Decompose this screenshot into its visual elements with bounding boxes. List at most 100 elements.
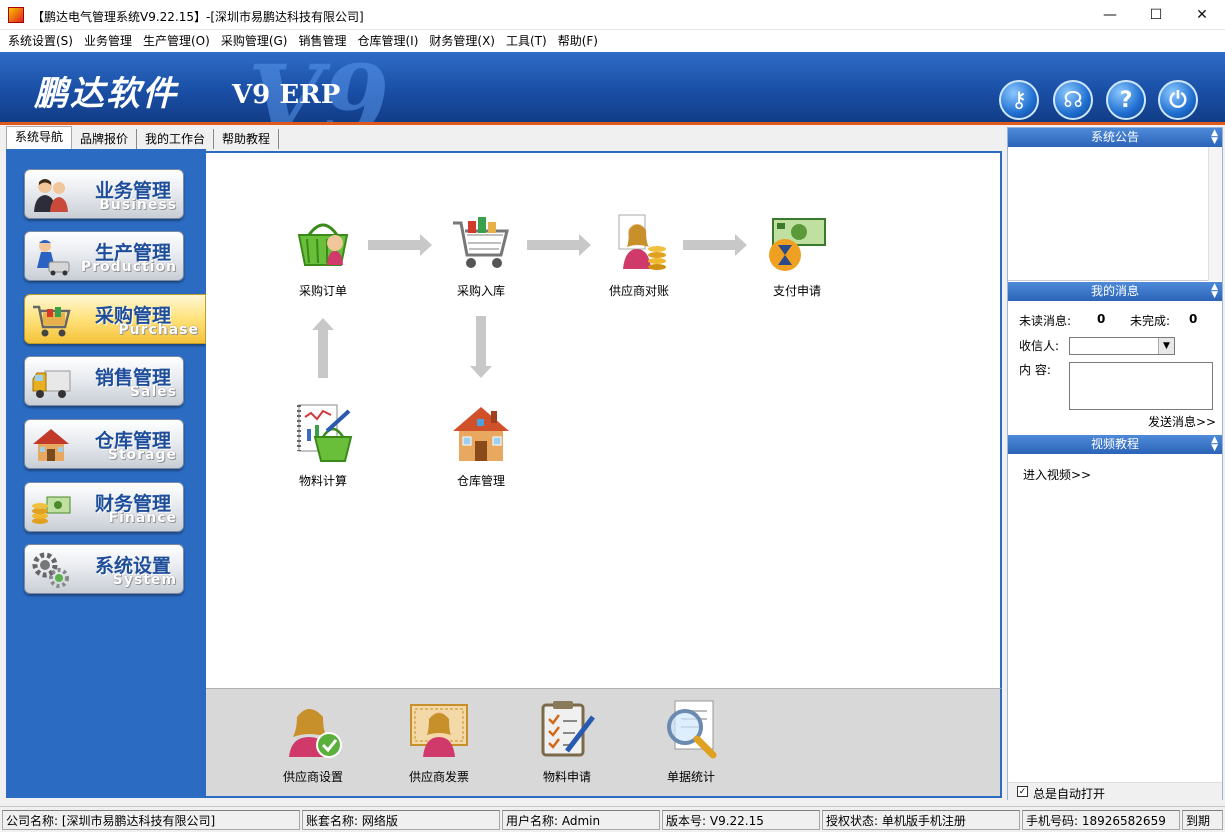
support-icon[interactable]: ☊ xyxy=(1053,80,1093,120)
flow-label: 支付申请 xyxy=(772,284,821,298)
menu-purchase[interactable]: 采购管理(G) xyxy=(217,30,295,52)
messages-title: 我的消息 xyxy=(1090,284,1139,298)
help-icon[interactable]: ? xyxy=(1106,80,1146,120)
business-people-icon xyxy=(34,179,68,212)
video-header[interactable]: 视频教程 ▲ ▼ xyxy=(1008,435,1222,454)
help-glyph: ? xyxy=(1119,87,1133,113)
sidebar-item-storage[interactable]: 仓库管理 Storage xyxy=(24,419,184,469)
flow-supplier-reconcile[interactable]: 供应商对账 xyxy=(594,213,684,299)
tool-document-stats[interactable]: 单据统计 xyxy=(646,699,736,785)
flow-purchase-order[interactable]: 采购订单 xyxy=(278,213,368,299)
sidebar-item-sales[interactable]: 销售管理 Sales xyxy=(24,356,184,406)
tab-help-tutorial[interactable]: 帮助教程 xyxy=(214,129,280,149)
supplier-invoice-icon xyxy=(410,704,468,757)
flow-purchase-inbound[interactable]: 采购入库 xyxy=(436,213,526,299)
power-glyph: ⏻ xyxy=(1169,87,1187,113)
sidebar-item-sublabel: System xyxy=(112,572,177,588)
supplier-check-icon xyxy=(289,709,342,758)
flow-label: 供应商对账 xyxy=(608,284,669,298)
right-info-panel: 系统公告 ▲ ▼ 我的消息 ▲ ▼ 未读消息: 0 未完成: 0 收信人: ▼ 内 … xyxy=(1007,127,1223,801)
sidebar-item-sublabel: Purchase xyxy=(118,322,199,338)
menu-help[interactable]: 帮助(F) xyxy=(554,30,605,52)
send-message-link[interactable]: 发送消息>> xyxy=(1148,413,1216,430)
chevron-down-icon[interactable]: ▼ xyxy=(1158,338,1174,354)
collapse-arrows-icon[interactable]: ▲ ▼ xyxy=(1211,436,1218,453)
notice-header[interactable]: 系统公告 ▲ ▼ xyxy=(1008,128,1222,147)
sidebar-item-sublabel: Finance xyxy=(108,510,177,526)
tool-label: 单据统计 xyxy=(666,770,715,784)
menu-business[interactable]: 业务管理 xyxy=(80,30,139,52)
tab-system-nav[interactable]: 系统导航 xyxy=(6,126,73,149)
tab-bar: 系统导航 品牌报价 我的工作台 帮助教程 xyxy=(0,125,1006,149)
workflow-canvas: 采购订单 采购入库 供应商对账 支付申请 物料计算 仓库管理 xyxy=(206,151,1002,688)
support-glyph: ☊ xyxy=(1063,87,1083,113)
enter-video-link[interactable]: 进入视频>> xyxy=(1023,466,1091,483)
notice-scrollbar[interactable] xyxy=(1208,147,1222,281)
collapse-arrows-icon[interactable]: ▲ ▼ xyxy=(1211,283,1218,300)
collapse-arrows-icon[interactable]: ▲ ▼ xyxy=(1211,129,1218,146)
status-extra: 到期 xyxy=(1182,810,1223,830)
maximize-button[interactable]: ☐ xyxy=(1133,0,1179,30)
menu-finance[interactable]: 财务管理(X) xyxy=(425,30,502,52)
recipient-select[interactable]: ▼ xyxy=(1069,337,1175,355)
delivery-truck-icon xyxy=(32,370,71,398)
status-license: 授权状态: 单机版手机注册 xyxy=(822,810,1020,830)
sidebar-item-sublabel: Business xyxy=(99,197,177,213)
sidebar-item-system[interactable]: 系统设置 System xyxy=(24,544,184,594)
unfinished-count: 0 xyxy=(1189,312,1198,326)
arrow-up-icon xyxy=(312,318,334,378)
sidebar-item-production[interactable]: 生产管理 Production xyxy=(24,231,184,281)
tool-material-request[interactable]: 物料申请 xyxy=(522,699,612,785)
product-name: V9 ERP xyxy=(232,80,341,110)
power-icon[interactable]: ⏻ xyxy=(1158,80,1198,120)
arrow-right-icon xyxy=(683,234,747,256)
flow-label: 仓库管理 xyxy=(456,474,505,488)
tab-brand-quote[interactable]: 品牌报价 xyxy=(72,129,138,149)
house-icon xyxy=(33,429,69,461)
key-icon[interactable]: ⚷ xyxy=(999,80,1039,120)
shopping-cart-icon xyxy=(453,217,509,268)
unfinished-label: 未完成: xyxy=(1130,314,1171,328)
sidebar-item-finance[interactable]: 财务管理 Finance xyxy=(24,482,184,532)
close-button[interactable]: ✕ xyxy=(1179,0,1225,30)
sidebar-item-purchase[interactable]: 采购管理 Purchase xyxy=(24,294,206,344)
menu-warehouse[interactable]: 仓库管理(I) xyxy=(354,30,426,52)
tab-my-workbench[interactable]: 我的工作台 xyxy=(137,129,215,149)
menu-tools[interactable]: 工具(T) xyxy=(502,30,554,52)
auto-open-checkbox[interactable]: ✓ xyxy=(1017,786,1028,797)
messages-header[interactable]: 我的消息 ▲ ▼ xyxy=(1008,282,1222,301)
status-bar: 公司名称: [深圳市易鹏达科技有限公司] 账套名称: 网络版 用户名称: Adm… xyxy=(0,806,1225,832)
menu-system-settings[interactable]: 系统设置(S) xyxy=(4,30,80,52)
message-content-input[interactable] xyxy=(1069,362,1213,410)
tool-label: 物料申请 xyxy=(542,770,591,784)
header-banner: V9 鹏达软件 V9 ERP ⚷ ☊ ? ⏻ xyxy=(0,52,1225,125)
video-title: 视频教程 xyxy=(1090,437,1139,451)
flow-material-calc[interactable]: 物料计算 xyxy=(278,403,368,489)
status-company: 公司名称: [深圳市易鹏达科技有限公司] xyxy=(2,810,300,830)
sidebar-item-business[interactable]: 业务管理 Business xyxy=(24,169,184,219)
unread-count: 0 xyxy=(1097,312,1106,326)
app-icon xyxy=(8,7,24,23)
tool-supplier-invoice[interactable]: 供应商发票 xyxy=(394,699,484,785)
menu-production[interactable]: 生产管理(O) xyxy=(139,30,217,52)
shopping-cart-icon xyxy=(33,305,71,337)
gears-icon xyxy=(32,552,69,588)
sidebar-item-sublabel: Sales xyxy=(129,384,177,400)
flow-label: 采购入库 xyxy=(456,284,505,298)
status-version: 版本号: V9.22.15 xyxy=(662,810,820,830)
flow-warehouse[interactable]: 仓库管理 xyxy=(436,403,526,489)
tool-label: 供应商设置 xyxy=(282,770,343,784)
flow-label: 物料计算 xyxy=(298,474,347,488)
status-phone: 手机号码: 18926582659 xyxy=(1022,810,1180,830)
house-icon xyxy=(453,407,509,461)
material-calc-icon xyxy=(297,404,353,462)
flow-label: 采购订单 xyxy=(298,284,347,298)
menu-sales[interactable]: 销售管理 xyxy=(294,30,353,52)
worker-icon xyxy=(37,240,70,276)
status-account: 账套名称: 网络版 xyxy=(302,810,500,830)
flow-payment-request[interactable]: 支付申请 xyxy=(752,213,842,299)
tool-supplier-settings[interactable]: 供应商设置 xyxy=(268,699,358,785)
key-glyph: ⚷ xyxy=(1010,87,1028,113)
minimize-button[interactable]: — xyxy=(1087,0,1133,30)
coins-money-icon xyxy=(32,496,71,524)
